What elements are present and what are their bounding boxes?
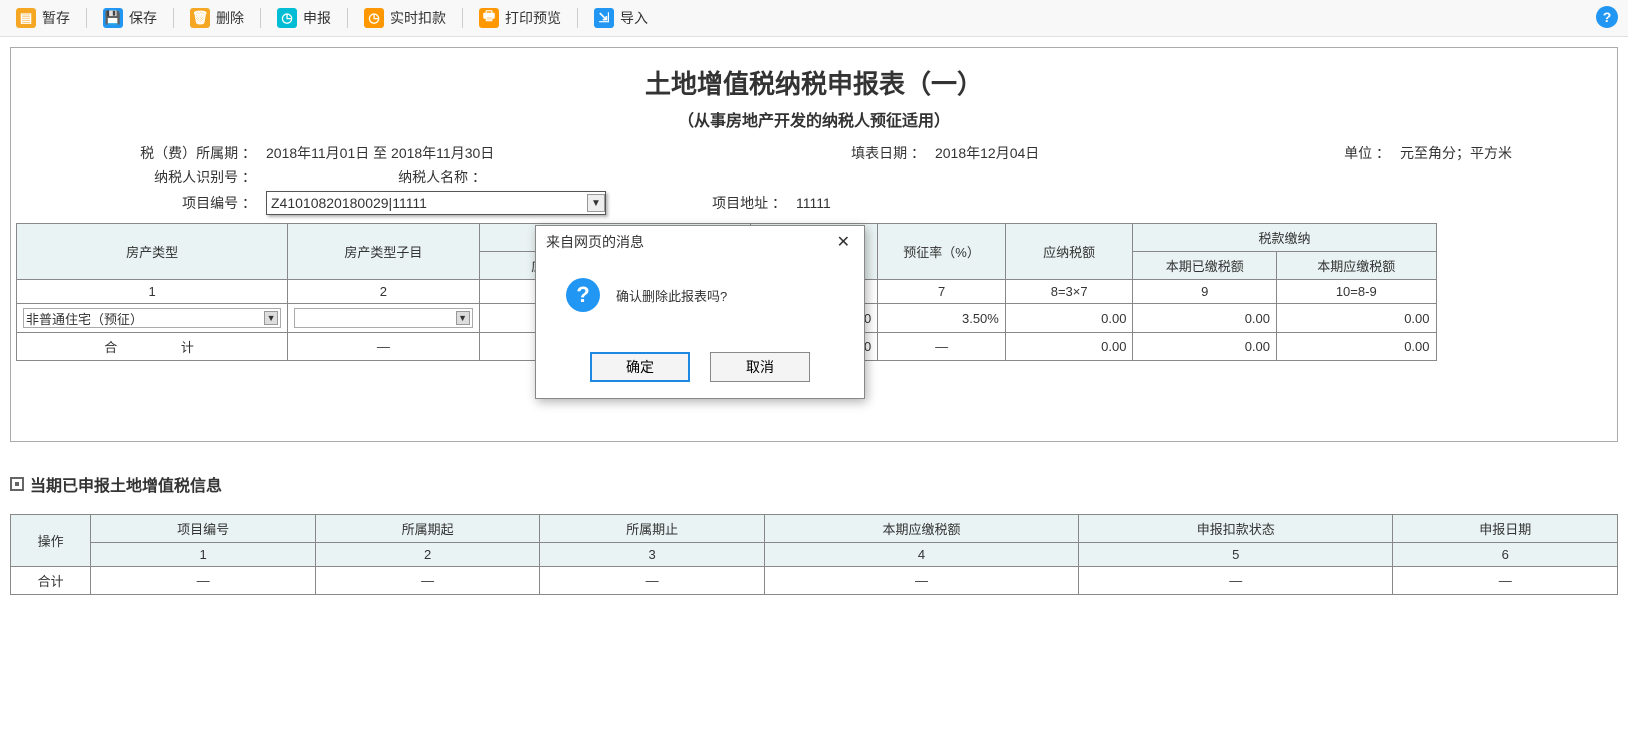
dash: — [540, 567, 765, 595]
cell: 0.00 [1005, 333, 1133, 361]
dash: — [764, 567, 1078, 595]
help-icon[interactable]: ? [1596, 6, 1618, 28]
unit-label: 单位 ： [1330, 143, 1390, 163]
colnum: 6 [1393, 543, 1618, 567]
print-icon: 🖶 [479, 8, 499, 28]
col-subtype: 房产类型子目 [288, 224, 479, 280]
total-label: 合计 [11, 567, 91, 595]
deduct-icon: ◷ [364, 8, 384, 28]
deduct-button[interactable]: ◷实时扣款 [358, 6, 452, 30]
chevron-down-icon: ▼ [456, 311, 470, 325]
question-icon: ? [566, 278, 600, 312]
separator [86, 8, 87, 28]
dash: — [1393, 567, 1618, 595]
stash-icon: ▤ [16, 8, 36, 28]
cell: 0.00 [1133, 333, 1277, 361]
colnum: 2 [288, 280, 479, 304]
section-header: 当期已申报土地增值税信息 [10, 472, 1618, 496]
print-button[interactable]: 🖶打印预览 [473, 6, 567, 30]
colnum: 8=3×7 [1005, 280, 1133, 304]
colnum: 1 [91, 543, 316, 567]
col-type: 房产类型 [17, 224, 288, 280]
col-projno: 项目编号 [91, 515, 316, 543]
chevron-down-icon: ▼ [587, 194, 605, 212]
project-no-value: Z41010820180029|11111 [271, 195, 427, 211]
total-label: 合 计 [17, 333, 288, 361]
dialog-title: 来自网页的消息 [546, 232, 644, 252]
separator [577, 8, 578, 28]
dash: — [315, 567, 540, 595]
dash: — [1079, 567, 1393, 595]
chevron-down-icon: ▼ [264, 311, 278, 325]
declared-grid: 操作 项目编号 所属期起 所属期止 本期应缴税额 申报扣款状态 申报日期 1 2… [10, 514, 1618, 595]
col-tax: 应纳税额 [1005, 224, 1133, 280]
cell[interactable]: 3.50% [878, 304, 1006, 333]
dash: — [91, 567, 316, 595]
cancel-button[interactable]: 取消 [710, 352, 810, 382]
project-addr-value: 11111 [796, 195, 831, 211]
list-icon [10, 477, 24, 491]
filldate-value: 2018年12月04日 [935, 143, 1039, 163]
save-button[interactable]: 💾保存 [97, 6, 163, 30]
subtype-select[interactable]: ▼ [294, 308, 472, 328]
period-value: 2018年11月01日 至 2018年11月30日 [266, 143, 494, 163]
declare-icon: ◷ [277, 8, 297, 28]
separator [462, 8, 463, 28]
col-op: 操作 [11, 515, 91, 567]
cell[interactable]: 0.00 [1277, 304, 1437, 333]
separator [347, 8, 348, 28]
cell: 0.00 [1277, 333, 1437, 361]
form-title: 土地增值税纳税申报表（一） [16, 58, 1612, 107]
section-title: 当期已申报土地增值税信息 [30, 472, 222, 496]
stash-button[interactable]: ▤暂存 [10, 6, 76, 30]
project-addr-label: 项目地址 ： [646, 193, 786, 213]
cell: — [878, 333, 1006, 361]
project-no-label: 项目编号 ： [116, 193, 256, 213]
taxpayer-name-label: 纳税人名称 ： [346, 167, 486, 187]
declare-button[interactable]: ◷申报 [271, 6, 337, 30]
separator [260, 8, 261, 28]
total-row: 合计 — — — — — — [11, 567, 1618, 595]
col-rate: 预征率（%） [878, 224, 1006, 280]
toolbar: ▤暂存 💾保存 🗑删除 ◷申报 ◷实时扣款 🖶打印预览 ⇲导入 ? [0, 0, 1628, 37]
col-pend: 所属期止 [540, 515, 765, 543]
colnum: 3 [540, 543, 765, 567]
cell[interactable]: 0.00 [1005, 304, 1133, 333]
colnum: 10=8-9 [1277, 280, 1437, 304]
delete-icon: 🗑 [190, 8, 210, 28]
col-date: 申报日期 [1393, 515, 1618, 543]
colnum: 9 [1133, 280, 1277, 304]
col-payment: 税款缴纳 [1133, 224, 1436, 252]
colnum: 5 [1079, 543, 1393, 567]
delete-button[interactable]: 🗑删除 [184, 6, 250, 30]
save-icon: 💾 [103, 8, 123, 28]
colnum: 1 [17, 280, 288, 304]
col-due: 本期应缴税额 [764, 515, 1078, 543]
col-due: 本期应缴税额 [1277, 252, 1437, 280]
form-subtitle: （从事房地产开发的纳税人预征适用） [16, 107, 1612, 141]
filldate-label: 填表日期 ： [785, 143, 925, 163]
col-status: 申报扣款状态 [1079, 515, 1393, 543]
col-paid: 本期已缴税额 [1133, 252, 1277, 280]
project-no-combo[interactable]: Z41010820180029|11111 ▼ [266, 191, 606, 215]
import-button[interactable]: ⇲导入 [588, 6, 654, 30]
confirm-dialog: 来自网页的消息 ✕ ? 确认删除此报表吗? 确定 取消 [535, 225, 865, 399]
period-label: 税（费）所属期 ： [116, 143, 256, 163]
colnum: 7 [878, 280, 1006, 304]
separator [173, 8, 174, 28]
dialog-message: 确认删除此报表吗? [616, 286, 727, 305]
ok-button[interactable]: 确定 [590, 352, 690, 382]
dash: — [288, 333, 479, 361]
import-icon: ⇲ [594, 8, 614, 28]
colnum: 2 [315, 543, 540, 567]
colnum: 4 [764, 543, 1078, 567]
col-pstart: 所属期起 [315, 515, 540, 543]
type-select[interactable]: 非普通住宅（预征） ▼ [23, 308, 281, 328]
close-icon[interactable]: ✕ [833, 232, 854, 252]
type-value: 非普通住宅（预征） [26, 309, 143, 328]
cell[interactable]: 0.00 [1133, 304, 1277, 333]
unit-value: 元至角分；平方米 [1400, 143, 1512, 163]
taxpayer-id-label: 纳税人识别号 ： [116, 167, 256, 187]
